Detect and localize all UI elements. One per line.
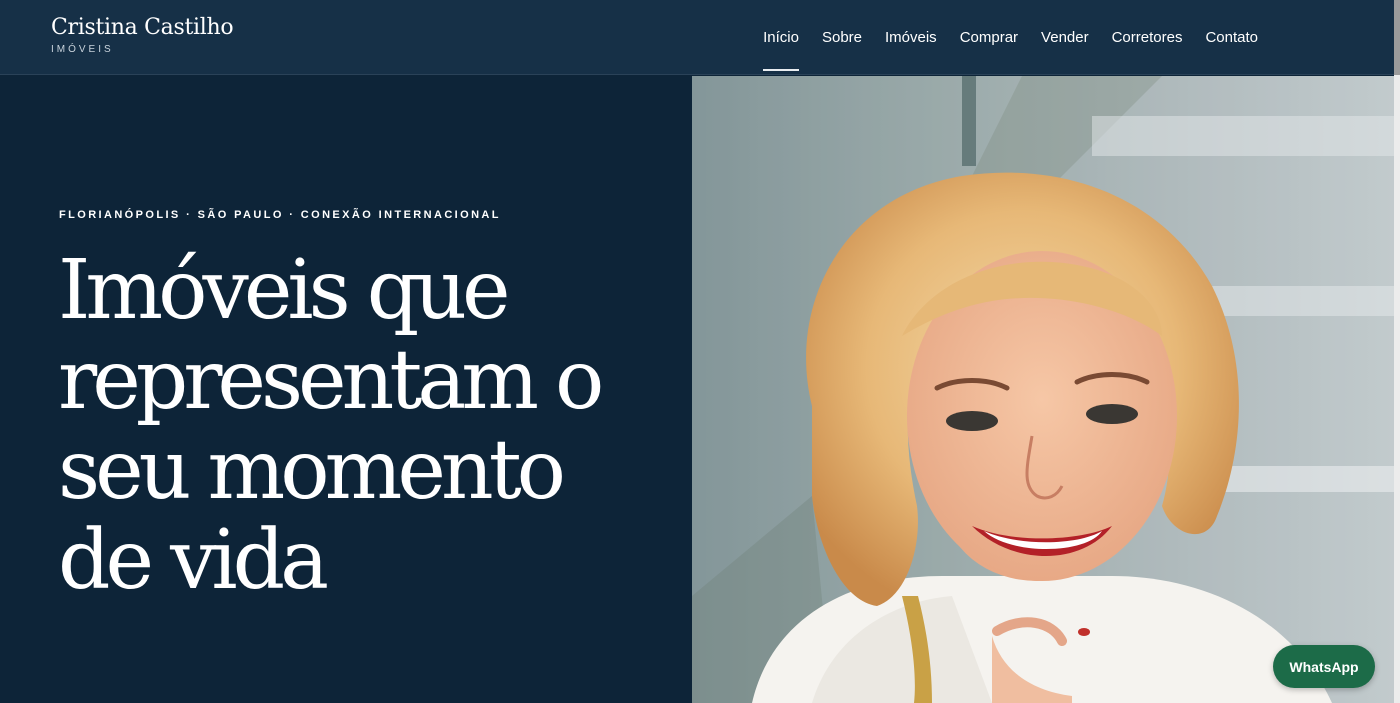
nav-item-corretores[interactable]: Corretores: [1112, 0, 1183, 75]
nav-item-imoveis[interactable]: Imóveis: [885, 0, 937, 75]
hero-headline: Imóveis que representam o seu momento de…: [58, 243, 604, 608]
hero-eyebrow: FLORIANÓPOLIS · SÃO PAULO · CONEXÃO INTE…: [59, 209, 501, 221]
hero-text-panel: FLORIANÓPOLIS · SÃO PAULO · CONEXÃO INTE…: [0, 76, 692, 703]
nav-item-sobre[interactable]: Sobre: [822, 0, 862, 75]
nav-item-inicio[interactable]: Início: [763, 0, 799, 75]
site-header: Cristina Castilho IMÓVEIS Início Sobre I…: [0, 0, 1394, 75]
whatsapp-button[interactable]: WhatsApp: [1273, 645, 1375, 688]
brand-logo[interactable]: Cristina Castilho IMÓVEIS: [51, 15, 234, 55]
nav-item-comprar[interactable]: Comprar: [960, 0, 1018, 75]
brand-subtitle: IMÓVEIS: [51, 44, 114, 55]
portrait-illustration: [692, 76, 1394, 703]
hero-portrait-photo: [692, 76, 1394, 703]
main-nav: Início Sobre Imóveis Comprar Vender Corr…: [740, 0, 1258, 75]
page-scrollbar[interactable]: [1394, 0, 1400, 703]
nav-item-vender[interactable]: Vender: [1041, 0, 1089, 75]
brand-name: Cristina Castilho: [51, 15, 234, 40]
scrollbar-thumb[interactable]: [1394, 0, 1400, 75]
nav-item-contato[interactable]: Contato: [1205, 0, 1258, 75]
